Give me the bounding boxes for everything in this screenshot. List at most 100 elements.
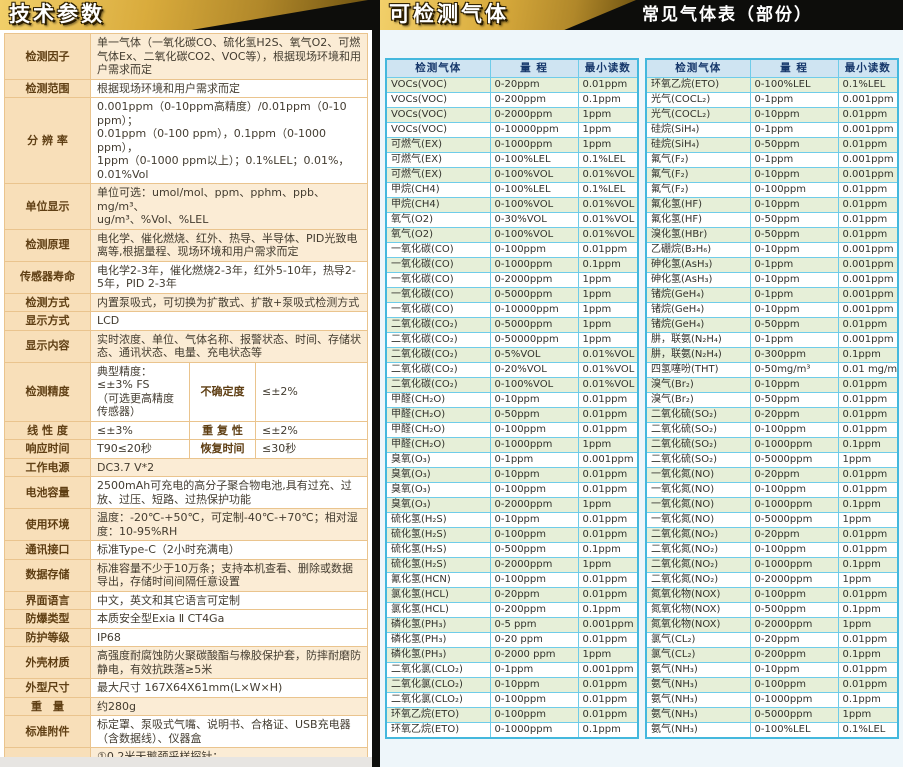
gas-min-cell: 0.1ppm	[838, 648, 898, 663]
gas-name-cell: 氨气(NH₃)	[646, 708, 750, 723]
param-subvalue: ≤±2%	[256, 362, 368, 421]
gas-range-cell: 0-1ppm	[490, 453, 578, 468]
param-label: 标准附件	[5, 716, 91, 748]
gas-row: 氟气(F₂)0-100ppm0.01ppm	[646, 183, 898, 198]
gas-range-cell: 0-20ppm	[750, 528, 838, 543]
gas-range-cell: 0-5000ppm	[750, 513, 838, 528]
gas-row: 四氢噻吩(THT)0-50mg/m³0.01 mg/m³	[646, 363, 898, 378]
gas-row: 臭氧(O₃)0-1ppm0.001ppm	[386, 453, 638, 468]
gas-min-cell: 1ppm	[578, 333, 638, 348]
gas-detector-spec-sheet: 技术参数 可检测气体 常见气体表（部份） 检测因子单一气体（一氧化碳CO、硫化氢…	[0, 0, 903, 767]
gas-min-cell: 0.01%VOL	[578, 168, 638, 183]
gas-range-cell: 0-10ppm	[750, 243, 838, 258]
param-value: 温度：-20℃-+50℃，可定制-40℃-+70℃；相对湿度：10-95%RH	[91, 509, 368, 541]
gas-row: 臭氧(O₃)0-10ppm0.01ppm	[386, 468, 638, 483]
gas-range-cell: 0-200ppm	[490, 603, 578, 618]
gas-range-cell: 0-1000ppm	[750, 558, 838, 573]
gas-name-cell: 氯化氢(HCL)	[386, 603, 490, 618]
gas-min-cell: 0.01ppm	[838, 183, 898, 198]
gas-min-cell: 0.01ppm	[838, 588, 898, 603]
gas-min-cell: 0.01%VOL	[578, 213, 638, 228]
param-row: 标准附件标定罩、泵吸式气嘴、说明书、合格证、USB充电器（含数据线）、仪器盒	[5, 716, 368, 748]
gas-row: 环氧乙烷(ETO)0-1000ppm0.1ppm	[386, 723, 638, 739]
gas-range-cell: 0-1000ppm	[750, 438, 838, 453]
gas-header-row: 检测气体量 程最小读数	[386, 59, 638, 78]
gas-range-cell: 0-1000ppm	[750, 693, 838, 708]
gas-min-cell: 0.1ppm	[838, 693, 898, 708]
gas-min-cell: 0.01ppm	[578, 483, 638, 498]
gas-name-cell: 可燃气(EX)	[386, 153, 490, 168]
gas-min-cell: 1ppm	[838, 618, 898, 633]
gas-min-cell: 0.1ppm	[838, 498, 898, 513]
gas-name-cell: 一氧化碳(CO)	[386, 288, 490, 303]
gas-row: 光气(COCL₂)0-10ppm0.01ppm	[646, 108, 898, 123]
gas-row: 锗烷(GeH₄)0-10ppm0.001ppm	[646, 303, 898, 318]
gas-row: 锗烷(GeH₄)0-50ppm0.01ppm	[646, 318, 898, 333]
gas-min-cell: 0.01ppm	[838, 423, 898, 438]
gas-range-cell: 0-1ppm	[750, 123, 838, 138]
gas-range-cell: 0-10ppm	[750, 378, 838, 393]
param-label: 外型尺寸	[5, 679, 91, 698]
gas-min-cell: 0.01%VOL	[578, 348, 638, 363]
gas-row: 氨气(NH₃)0-100ppm0.01ppm	[646, 678, 898, 693]
gas-range-cell: 0-100ppm	[490, 423, 578, 438]
gas-range-cell: 0-100ppm	[750, 588, 838, 603]
param-label: 响应时间	[5, 440, 91, 459]
gas-row: 溴气(Br₂)0-10ppm0.01ppm	[646, 378, 898, 393]
gas-min-cell: 0.01ppm	[578, 573, 638, 588]
gas-row: 氯化氢(HCL)0-200ppm0.1ppm	[386, 603, 638, 618]
gas-min-cell: 0.1ppm	[838, 603, 898, 618]
param-value: 中文，英文和其它语言可定制	[91, 591, 368, 610]
gas-name-cell: 臭氧(O₃)	[386, 468, 490, 483]
gas-min-cell: 0.01ppm	[838, 633, 898, 648]
gas-row: 二氧化氯(CLO₂)0-100ppm0.01ppm	[386, 693, 638, 708]
param-label: 线 性 度	[5, 421, 91, 440]
gas-min-cell: 0.01ppm	[578, 78, 638, 93]
gas-min-cell: 0.1ppm	[838, 558, 898, 573]
gas-name-cell: 二氧化碳(CO₂)	[386, 348, 490, 363]
gas-name-cell: 环氧乙烷(ETO)	[386, 723, 490, 739]
gas-range-cell: 0-20ppm	[750, 468, 838, 483]
gas-name-cell: 甲醛(CH₂O)	[386, 423, 490, 438]
gas-min-cell: 0.01 mg/m³	[838, 363, 898, 378]
gas-range-cell: 0-100ppm	[750, 483, 838, 498]
param-value: ≤±3%	[91, 421, 190, 440]
gas-range-cell: 0-200ppm	[750, 648, 838, 663]
gas-min-cell: 0.01ppm	[838, 228, 898, 243]
detectable-gas-gold-ribbon: 可检测气体	[380, 0, 636, 30]
footer-strip	[0, 757, 372, 767]
param-label: 显示方式	[5, 312, 91, 331]
gas-row: 二氧化碳(CO₂)0-20%VOL0.01%VOL	[386, 363, 638, 378]
gas-name-cell: VOCs(VOC)	[386, 123, 490, 138]
gas-name-cell: VOCs(VOC)	[386, 108, 490, 123]
gas-name-cell: 一氧化碳(CO)	[386, 303, 490, 318]
param-row: 工作电源DC3.7 V*2	[5, 458, 368, 477]
gas-row: 锗烷(GeH₄)0-1ppm0.001ppm	[646, 288, 898, 303]
gas-table-left-head: 检测气体量 程最小读数	[386, 59, 638, 78]
gas-name-cell: 氨气(NH₃)	[646, 693, 750, 708]
gas-range-cell: 0-1ppm	[750, 288, 838, 303]
gas-name-cell: 氟气(F₂)	[646, 168, 750, 183]
gas-row: 氨气(NH₃)0-1000ppm0.1ppm	[646, 693, 898, 708]
gas-min-cell: 0.01ppm	[578, 393, 638, 408]
gas-min-cell: 0.01%VOL	[578, 198, 638, 213]
gas-name-cell: 硫化氢(H₂S)	[386, 543, 490, 558]
gas-range-cell: 0-20ppm	[490, 78, 578, 93]
gas-row: 二氧化硫(SO₂)0-100ppm0.01ppm	[646, 423, 898, 438]
gas-range-cell: 0-10ppm	[490, 393, 578, 408]
param-label: 工作电源	[5, 458, 91, 477]
gas-row: 氮氧化物(NOX)0-2000ppm1ppm	[646, 618, 898, 633]
gas-min-cell: 0.1ppm	[578, 258, 638, 273]
param-label: 检测因子	[5, 34, 91, 80]
param-value: 电化学、催化燃烧、红外、热导、半导体、PID光致电离等,根据量程、现场环境和用户…	[91, 229, 368, 261]
gas-range-cell: 0-20 ppm	[490, 633, 578, 648]
gas-name-cell: 氟气(F₂)	[646, 153, 750, 168]
gas-range-cell: 0-50ppm	[750, 213, 838, 228]
param-label: 单位显示	[5, 184, 91, 230]
gas-name-cell: 氯化氢(HCL)	[386, 588, 490, 603]
param-value: 内置泵吸式，可切换为扩散式、扩散+泵吸式检测方式	[91, 293, 368, 312]
param-row: 防护等级IP68	[5, 628, 368, 647]
gas-range-cell: 0-10ppm	[750, 108, 838, 123]
gas-name-cell: 锗烷(GeH₄)	[646, 303, 750, 318]
gas-min-cell: 0.01ppm	[838, 213, 898, 228]
